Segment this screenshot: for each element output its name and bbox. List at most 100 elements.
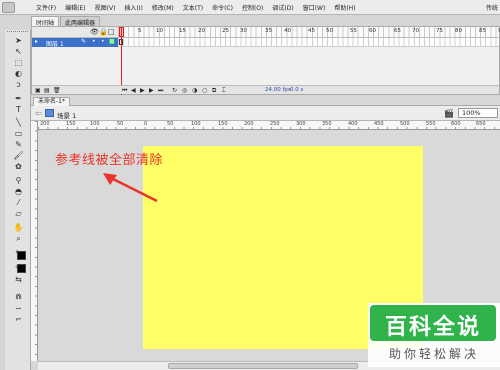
- watermark-logo-text: 百科全说: [384, 315, 481, 340]
- workspace-switcher[interactable]: 传统: [486, 3, 498, 12]
- rectangle-tool-icon[interactable]: ▭: [13, 129, 24, 138]
- frame-number: 70: [412, 28, 419, 34]
- step-back-icon[interactable]: ◀: [131, 87, 136, 94]
- layer-frames[interactable]: [118, 38, 499, 47]
- straighten-icon[interactable]: ⌐: [13, 315, 24, 324]
- menu-window[interactable]: 窗口(W): [303, 3, 326, 12]
- zoom-tool-icon[interactable]: ⌕: [13, 234, 24, 243]
- line-tool-icon[interactable]: ╲: [13, 118, 24, 127]
- frame-number: 60: [369, 28, 376, 34]
- frame-number: 35: [265, 28, 272, 34]
- menu-debug[interactable]: 调试(D): [272, 3, 293, 12]
- frame-rate[interactable]: 24.00 fps: [265, 87, 291, 93]
- subselection-tool-icon[interactable]: ↖: [13, 47, 24, 56]
- hand-tool-icon[interactable]: ✋: [13, 223, 24, 232]
- tools-panel: ➤ ↖ ⬚ ◐ ↄ ✒ T ╲ ▭ ✎ 🖌 ✿ ⚲ ◓ ⁄ ▱ ✋ ⌕ ✎ ◈ …: [5, 30, 31, 370]
- outline-swatch-icon[interactable]: ■: [109, 38, 115, 45]
- menu-insert[interactable]: 插入(I): [124, 3, 142, 12]
- app-logo-icon: [2, 2, 15, 13]
- onion-outline-icon[interactable]: ○: [202, 87, 207, 94]
- delete-layer-icon[interactable]: 🗑: [53, 87, 61, 94]
- timeline-panel: 👁 🔒 □ 5 10 15 20 25 30 35 40 45 50 55 60…: [31, 26, 500, 95]
- watermark-logo: 百科全说: [370, 305, 496, 341]
- snap-magnet-icon[interactable]: ⋒: [13, 292, 24, 301]
- eye-icon[interactable]: 👁: [90, 28, 99, 36]
- menu-edit[interactable]: 编辑(E): [65, 3, 85, 12]
- annotation-arrow: [103, 173, 158, 203]
- layer-header: 👁 🔒 □: [32, 27, 118, 38]
- outline-icon[interactable]: □: [108, 28, 115, 36]
- pencil-edit-icon: ✎: [81, 38, 87, 45]
- onion-markers-icon[interactable]: ⌶: [222, 87, 226, 95]
- 3d-rotation-tool-icon[interactable]: ◐: [13, 69, 24, 78]
- lock-dot-icon[interactable]: •: [101, 38, 105, 45]
- timeline-tabs: 时间轴 此两编辑器: [31, 16, 101, 27]
- zoom-select[interactable]: 100%: [458, 108, 498, 118]
- menu-text[interactable]: 文本(T): [183, 3, 203, 12]
- frame-number: 40: [284, 28, 291, 34]
- menu-commands[interactable]: 命令(C): [212, 3, 233, 12]
- brush-tool-icon[interactable]: 🖌: [13, 151, 24, 160]
- menu-bar: 文件(F) 编辑(E) 视图(V) 插入(I) 修改(M) 文本(T) 命令(C…: [0, 0, 500, 15]
- new-folder-icon[interactable]: ▤: [44, 87, 50, 94]
- swap-colors-icon[interactable]: ⇆: [13, 275, 24, 284]
- stroke-color-swatch[interactable]: [17, 251, 26, 260]
- deco-tool-icon[interactable]: ✿: [13, 162, 24, 171]
- fill-color-swatch[interactable]: [17, 264, 26, 273]
- lock-icon[interactable]: 🔒: [99, 28, 108, 36]
- scene-breadcrumb[interactable]: 场景 1: [57, 110, 76, 120]
- bone-tool-icon[interactable]: ⚲: [13, 176, 24, 185]
- tab-motion-editor[interactable]: 此两编辑器: [60, 16, 101, 27]
- menu-view[interactable]: 视图(V): [95, 3, 116, 12]
- ruler-number: 650: [476, 121, 486, 127]
- play-icon[interactable]: ▶: [140, 87, 145, 94]
- new-layer-icon[interactable]: ▣: [35, 87, 41, 94]
- onion-skin-icon[interactable]: ◑: [192, 87, 197, 94]
- tab-timeline[interactable]: 时间轴: [31, 16, 60, 27]
- frame-number: 30: [240, 28, 247, 34]
- center-frame-icon[interactable]: ◎: [182, 87, 187, 94]
- ruler-number: 150: [66, 121, 76, 127]
- horizontal-ruler[interactable]: 200 150 100 50 0 50 100 150 200 250 300 …: [38, 121, 500, 130]
- timeline-footer: ▣ ▤ 🗑 ⏮ ◀ ▶ ▶ ⏭ ↻ ◎ ◑ ○ ⧉ ⌶ 24.00 fps 0.…: [32, 85, 499, 94]
- frame-number: 15: [179, 28, 186, 34]
- lasso-tool-icon[interactable]: ↄ: [13, 80, 24, 89]
- paint-bucket-tool-icon[interactable]: ◓: [13, 187, 24, 196]
- go-last-frame-icon[interactable]: ⏭: [158, 87, 163, 95]
- frame-number: 80: [455, 28, 462, 34]
- layer-name[interactable]: 图层 1: [46, 39, 64, 48]
- scrollbar-thumb[interactable]: [168, 363, 358, 369]
- elapsed-time: 0.0 s: [290, 87, 304, 93]
- menu-file[interactable]: 文件(F): [36, 3, 56, 12]
- loop-icon[interactable]: ↻: [172, 87, 177, 94]
- pen-tool-icon[interactable]: ✒: [13, 94, 24, 103]
- eyedropper-tool-icon[interactable]: ⁄: [13, 198, 24, 207]
- frame-number: 20: [198, 28, 205, 34]
- document-tab[interactable]: 未命名-1*: [33, 97, 70, 106]
- frame-ruler[interactable]: 5 10 15 20 25 30 35 40 45 50 55 60 65 70…: [118, 27, 500, 38]
- vertical-ruler[interactable]: [31, 121, 38, 361]
- menu-help[interactable]: 帮助(H): [334, 3, 355, 12]
- smooth-icon[interactable]: ∽: [13, 304, 24, 313]
- go-first-frame-icon[interactable]: ⏮: [122, 87, 127, 95]
- layer-row[interactable]: ▸ 图层 1 ✎ • • ■: [32, 38, 118, 48]
- menu-modify[interactable]: 修改(M): [152, 3, 174, 12]
- free-transform-tool-icon[interactable]: ⬚: [13, 58, 24, 67]
- ruler-number: 100: [90, 121, 100, 127]
- pencil-tool-icon[interactable]: ✎: [13, 140, 24, 149]
- ruler-number: 400: [348, 121, 358, 127]
- ruler-number: 0: [144, 121, 148, 127]
- frame-number: 85: [479, 28, 486, 34]
- edit-scene-icon[interactable]: 🎬: [444, 109, 454, 118]
- panel-grip[interactable]: [7, 31, 28, 35]
- text-tool-icon[interactable]: T: [13, 105, 24, 114]
- selection-tool-icon[interactable]: ➤: [13, 36, 24, 45]
- step-forward-icon[interactable]: ▶: [149, 87, 154, 94]
- frame-number: 5: [138, 28, 142, 34]
- document-tabbar: 未命名-1*: [31, 96, 500, 106]
- eraser-tool-icon[interactable]: ▱: [13, 209, 24, 218]
- back-arrow-icon[interactable]: ⇦: [35, 109, 42, 118]
- edit-multiple-frames-icon[interactable]: ⧉: [212, 87, 216, 95]
- visibility-dot-icon[interactable]: •: [92, 38, 96, 45]
- menu-control[interactable]: 控制(O): [242, 3, 263, 12]
